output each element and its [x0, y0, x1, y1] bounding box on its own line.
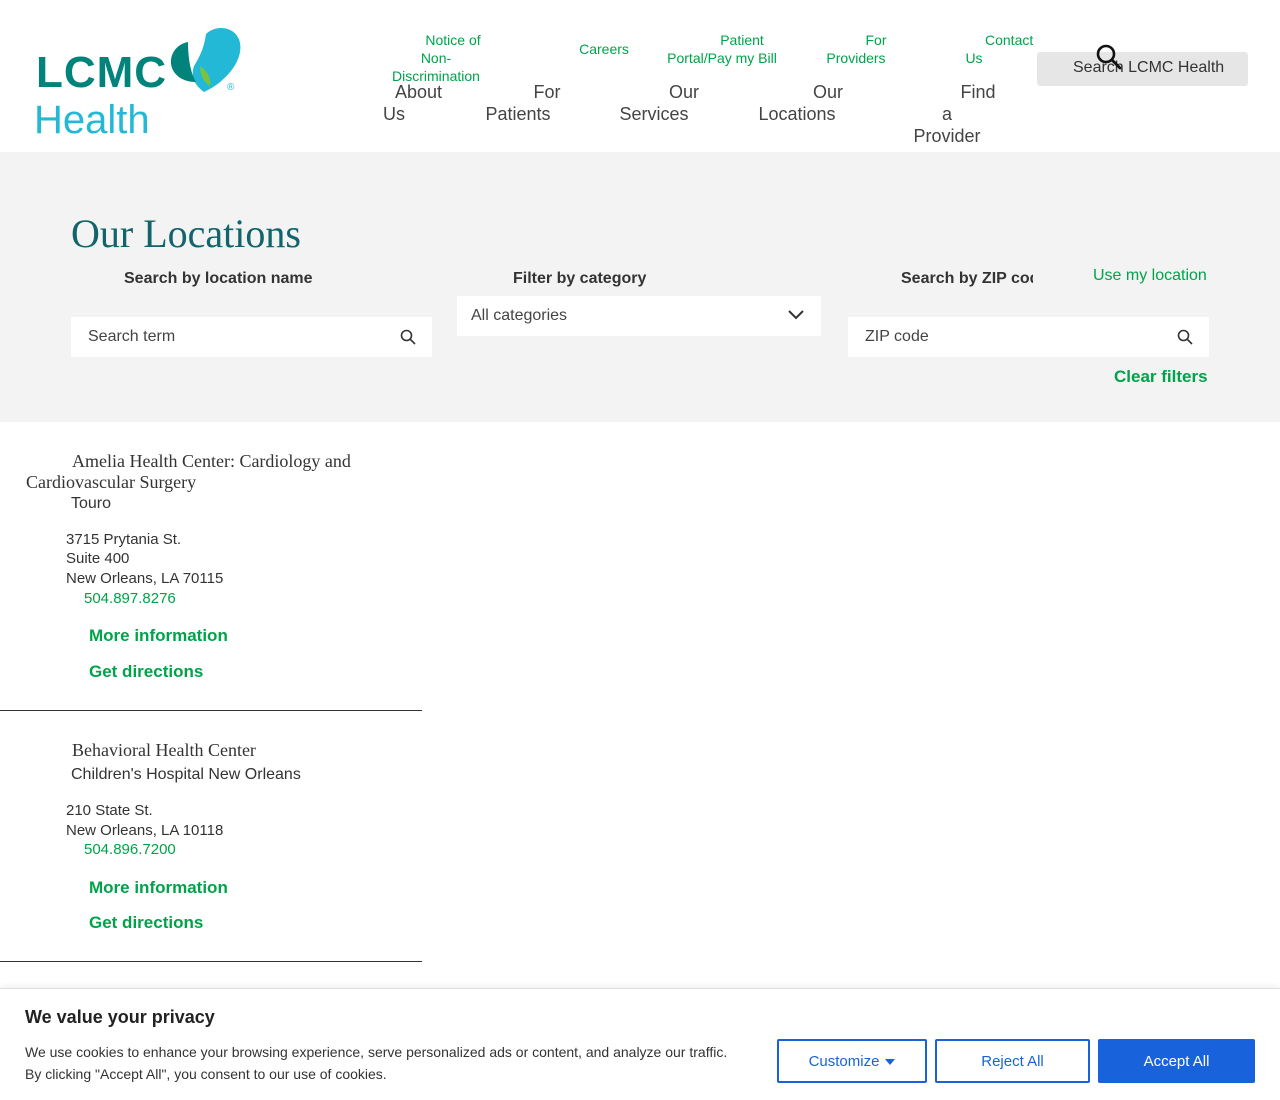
phone-link[interactable]: 504.896.7200 — [84, 841, 176, 858]
locations-filter-panel: Our Locations Search by location name Se… — [0, 152, 1280, 422]
location-name[interactable]: Amelia Health Center: Cardiology and Car… — [26, 451, 376, 493]
chevron-down-icon — [788, 310, 804, 320]
nav-about-us[interactable]: About Us — [351, 81, 442, 125]
search-icon — [400, 329, 416, 345]
get-directions-link[interactable]: Get directions — [89, 662, 203, 682]
utility-link-patient-portal[interactable]: Patient Portal/Pay my Bill — [662, 31, 782, 67]
registered-mark: ® — [227, 82, 235, 93]
get-directions-link[interactable]: Get directions — [89, 913, 203, 933]
logo-wordmark-top: LCMC — [36, 48, 168, 97]
site-search-input[interactable]: Search LCMC Health — [1037, 52, 1248, 86]
location-campus: Touro — [71, 495, 112, 512]
nav-for-patients[interactable]: For Patients — [470, 81, 566, 125]
zip-label: Search by ZIP code — [901, 270, 1033, 287]
category-label: Filter by category — [513, 270, 647, 287]
utility-link-careers[interactable]: Careers — [576, 40, 632, 58]
cookie-consent-banner: We value your privacy We use cookies to … — [0, 988, 1280, 1100]
more-information-link[interactable]: More information — [89, 626, 228, 646]
utility-link-for-providers[interactable]: For Providers — [824, 31, 888, 67]
nav-find-a-provider[interactable]: Find a Provider — [892, 81, 1002, 147]
customize-button[interactable]: Customize — [777, 1039, 927, 1083]
clear-filters-link[interactable]: Clear filters — [1114, 367, 1208, 387]
utility-link-contact-us[interactable]: Contact Us — [935, 31, 1033, 67]
use-my-location-link[interactable]: Use my location — [1093, 267, 1207, 285]
utility-link-non-discrimination[interactable]: Notice of Non- Discrimination — [380, 31, 492, 85]
cookie-title: We value your privacy — [25, 1007, 215, 1027]
nav-our-services[interactable]: Our Services — [608, 81, 700, 125]
address-line: 3715 Prytania St. — [66, 531, 182, 548]
location-name-input[interactable]: Search term — [71, 317, 432, 357]
lcmc-health-logo[interactable]: LCMC Health ® — [34, 26, 244, 146]
location-card: Amelia Health Center: Cardiology and Car… — [0, 422, 422, 711]
category-select[interactable]: All categories — [457, 296, 821, 336]
nav-our-locations[interactable]: Our Locations — [750, 81, 844, 125]
caret-down-icon — [885, 1059, 896, 1066]
cookie-description: We use cookies to enhance your browsing … — [25, 1044, 728, 1082]
phone-link[interactable]: 504.897.8276 — [84, 590, 176, 607]
address-line: Suite 400 — [66, 550, 130, 567]
location-card: Behavioral Health Center Children's Hosp… — [0, 711, 422, 962]
reject-all-button[interactable]: Reject All — [935, 1039, 1090, 1083]
site-header: LCMC Health ® Notice of Non- Discriminat… — [0, 0, 1280, 152]
address-line: 210 State St. — [66, 802, 153, 819]
zip-code-input[interactable]: ZIP code — [848, 317, 1209, 357]
location-name-label: Search by location name — [124, 270, 313, 287]
more-information-link[interactable]: More information — [89, 878, 228, 898]
search-icon — [1177, 329, 1193, 345]
address-line: New Orleans, LA 70115 — [66, 570, 224, 587]
page-title: Our Locations — [71, 211, 301, 256]
search-icon[interactable] — [1096, 44, 1122, 70]
address-line: New Orleans, LA 10118 — [66, 822, 224, 839]
location-name[interactable]: Behavioral Health Center — [26, 740, 376, 761]
accept-all-button[interactable]: Accept All — [1098, 1039, 1255, 1083]
location-campus: Children's Hospital New Orleans — [71, 766, 301, 783]
logo-wordmark-bottom: Health — [34, 98, 150, 142]
